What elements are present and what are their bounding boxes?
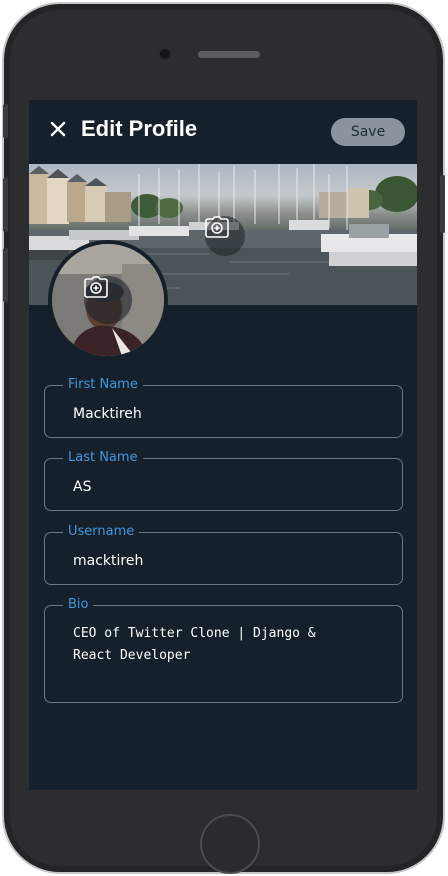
side-button xyxy=(3,178,8,232)
camera-add-icon[interactable] xyxy=(205,216,245,256)
first-name-field[interactable]: First Name Macktireh xyxy=(44,376,403,438)
last-name-field[interactable]: Last Name AS xyxy=(44,449,403,511)
app-screen: Edit Profile Save First Name Macktireh L… xyxy=(29,100,417,790)
bio-field[interactable]: Bio CEO of Twitter Clone | Django & Reac… xyxy=(44,596,403,703)
page-title: Edit Profile xyxy=(81,116,198,141)
side-button xyxy=(3,248,8,302)
camera-add-icon[interactable] xyxy=(84,276,132,324)
front-camera xyxy=(160,49,170,59)
first-name-input[interactable]: Macktireh xyxy=(73,405,142,423)
last-name-input[interactable]: AS xyxy=(73,478,91,496)
side-button xyxy=(440,175,445,233)
header: Edit Profile Save xyxy=(29,100,417,164)
speaker-grille xyxy=(198,51,260,58)
close-icon[interactable] xyxy=(47,118,69,140)
avatar[interactable] xyxy=(48,240,168,360)
bio-label: Bio xyxy=(63,596,94,614)
bio-textarea[interactable]: CEO of Twitter Clone | Django & React De… xyxy=(73,623,373,667)
username-label: Username xyxy=(63,523,140,541)
username-field[interactable]: Username macktireh xyxy=(44,523,403,585)
username-input[interactable]: macktireh xyxy=(73,552,143,570)
side-button xyxy=(3,104,8,138)
save-button[interactable]: Save xyxy=(331,118,405,146)
last-name-label: Last Name xyxy=(63,449,143,467)
first-name-label: First Name xyxy=(63,376,143,394)
home-button[interactable] xyxy=(200,814,260,874)
